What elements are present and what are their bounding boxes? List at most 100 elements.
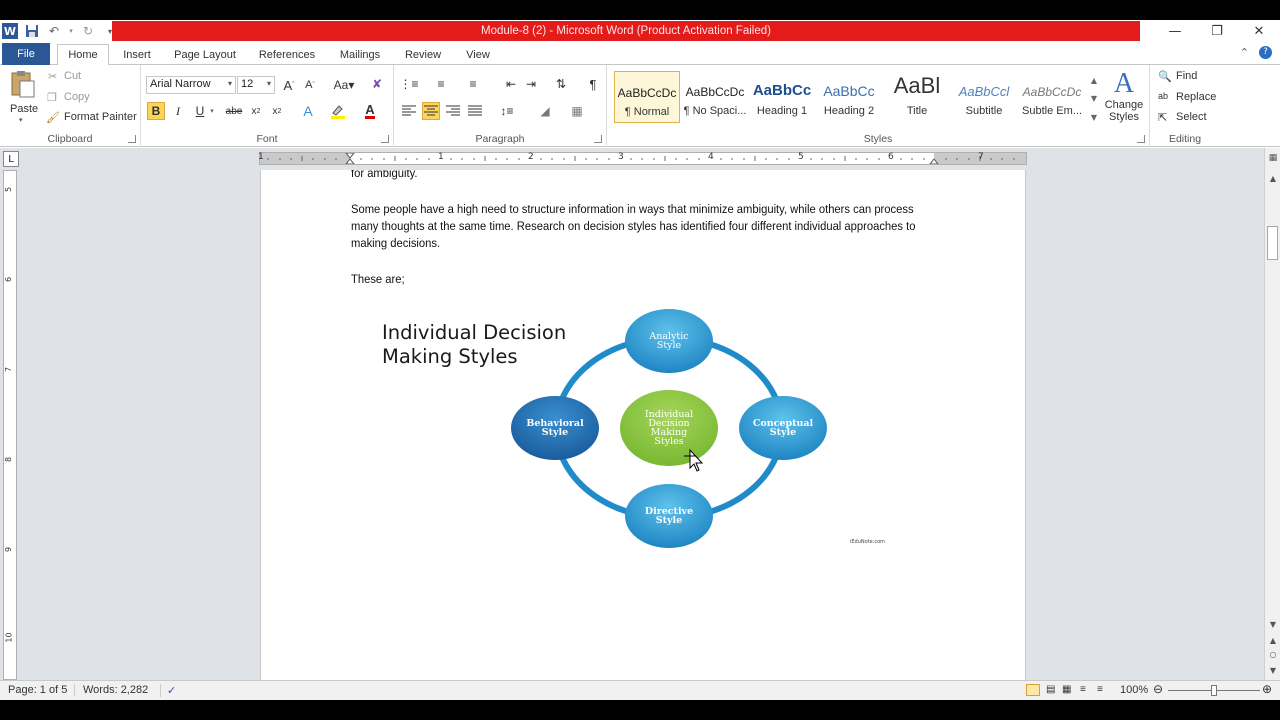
zoom-level[interactable]: 100%	[1120, 684, 1148, 696]
more-styles-icon[interactable]: ▼	[1091, 113, 1097, 122]
previous-page-icon[interactable]: ▲	[1267, 634, 1279, 646]
scroll-up-icon[interactable]: ▲	[1091, 76, 1097, 85]
grow-font-icon[interactable]: Aˆ	[280, 76, 298, 94]
font-color-icon[interactable]: A	[361, 102, 379, 120]
font-launcher-icon[interactable]	[381, 135, 389, 143]
replace-icon[interactable]: ab	[1158, 91, 1168, 101]
text-effects-icon[interactable]: A	[299, 102, 317, 120]
show-formatting-icon[interactable]: ¶	[584, 75, 602, 93]
style-heading-2[interactable]: AaBbCc Heading 2	[816, 71, 882, 123]
format-painter-icon[interactable]: 🖌	[46, 111, 60, 124]
horizontal-ruler[interactable]: 1 1 2 3 4 5 6 7	[258, 152, 1027, 165]
style-no-spacing[interactable]: AaBbCcDc ¶ No Spaci...	[682, 71, 748, 123]
select-icon[interactable]: ⇱	[1158, 111, 1167, 124]
vertical-ruler[interactable]: 5 6 7 8 9 10	[3, 170, 17, 680]
style-normal[interactable]: AaBbCcDc ¶ Normal	[614, 71, 680, 123]
styles-gallery-scroll[interactable]: ▲ ▼ ▼	[1088, 71, 1100, 127]
style-subtle-emphasis[interactable]: AaBbCcDc Subtle Em...	[1019, 71, 1085, 123]
bullets-icon[interactable]: ⋮≡	[400, 75, 419, 93]
find-icon[interactable]: 🔍	[1158, 70, 1172, 83]
outline-view-icon[interactable]: ≡	[1080, 684, 1086, 695]
vertical-scrollbar[interactable]: ▦ ▲ ▼ ▲ ○ ▼	[1264, 148, 1280, 680]
clear-formatting-icon[interactable]: ✘	[368, 75, 386, 93]
change-case-icon[interactable]: Aa▾	[331, 76, 357, 94]
replace-button[interactable]: Replace	[1176, 91, 1216, 103]
scroll-down-icon[interactable]: ▼	[1267, 618, 1279, 630]
word-count[interactable]: Words: 2,282	[74, 684, 148, 696]
copy-button[interactable]: Copy	[64, 91, 90, 103]
align-center-icon[interactable]	[422, 102, 440, 120]
document-page[interactable]: for ambiguity. Some people have a high n…	[260, 170, 1026, 680]
strikethrough-button[interactable]: abe	[223, 102, 245, 120]
styles-launcher-icon[interactable]	[1137, 135, 1145, 143]
style-title[interactable]: AaBl Title	[884, 71, 950, 123]
scroll-thumb[interactable]	[1267, 226, 1278, 260]
superscript-button[interactable]: x2	[268, 102, 286, 120]
change-styles-button[interactable]: A Change Styles	[1104, 69, 1144, 129]
shading-icon[interactable]: ◢	[536, 102, 554, 120]
tab-view[interactable]: View	[458, 44, 498, 65]
increase-indent-icon[interactable]: ⇥	[522, 75, 540, 93]
help-icon[interactable]: ?	[1259, 46, 1272, 59]
align-right-icon[interactable]	[444, 102, 462, 120]
underline-dropdown-icon[interactable]: ▾	[207, 102, 217, 120]
save-icon[interactable]	[24, 23, 40, 39]
node-behavioral-style[interactable]: Behavioral Style	[511, 396, 599, 460]
sort-icon[interactable]: ⇅	[552, 75, 570, 93]
redo-icon[interactable]: ↻	[80, 23, 96, 39]
next-page-icon[interactable]: ▼	[1267, 664, 1279, 676]
format-painter-button[interactable]: Format Painter	[64, 111, 137, 123]
font-family-select[interactable]: Arial Narrow ▾	[146, 76, 236, 94]
cut-icon[interactable]: ✂	[48, 70, 57, 83]
select-button[interactable]: Select	[1176, 111, 1207, 123]
highlight-icon[interactable]	[329, 102, 347, 120]
browse-object-icon[interactable]: ○	[1267, 648, 1279, 660]
zoom-in-icon[interactable]: ⊕	[1262, 682, 1272, 696]
undo-dropdown-icon[interactable]: ▾	[68, 23, 74, 39]
tab-file[interactable]: File	[2, 43, 50, 65]
font-size-select[interactable]: 12 ▾	[237, 76, 275, 94]
scroll-down-icon[interactable]: ▼	[1091, 94, 1097, 103]
cut-button[interactable]: Cut	[64, 70, 81, 82]
line-spacing-icon[interactable]: ↕≡	[498, 102, 516, 120]
hanging-indent-marker[interactable]	[345, 158, 355, 164]
web-layout-icon[interactable]: ▦	[1062, 684, 1071, 695]
minimize-ribbon-icon[interactable]: ⌃	[1240, 46, 1249, 59]
style-subtitle[interactable]: AaBbCcl Subtitle	[951, 71, 1017, 123]
close-button[interactable]: ✕	[1238, 20, 1280, 42]
first-line-indent-marker[interactable]	[345, 153, 355, 159]
tab-insert[interactable]: Insert	[115, 44, 159, 65]
tab-home[interactable]: Home	[57, 44, 109, 66]
bold-button[interactable]: B	[147, 102, 165, 120]
multilevel-list-icon[interactable]: ≡	[464, 75, 482, 93]
tab-page-layout[interactable]: Page Layout	[168, 44, 242, 65]
justify-icon[interactable]	[466, 102, 484, 120]
decision-styles-diagram[interactable]: Individual Decision Making Styles Analyt…	[361, 300, 921, 560]
shrink-font-icon[interactable]: Aˇ	[301, 76, 319, 94]
draft-view-icon[interactable]: ≡	[1097, 684, 1103, 695]
decrease-indent-icon[interactable]: ⇤	[502, 75, 520, 93]
view-ruler-icon[interactable]: ▦	[1267, 152, 1279, 164]
find-button[interactable]: Find	[1176, 70, 1197, 82]
proofing-icon[interactable]: ✓	[160, 684, 176, 697]
style-heading-1[interactable]: AaBbCc Heading 1	[749, 71, 815, 123]
paste-dropdown-icon[interactable]: ▾	[19, 116, 23, 124]
zoom-slider-thumb[interactable]	[1211, 685, 1217, 696]
tab-mailings[interactable]: Mailings	[332, 44, 388, 65]
undo-icon[interactable]: ↶	[46, 23, 62, 39]
paste-button[interactable]: Paste ▾	[8, 69, 38, 124]
node-conceptual-style[interactable]: Conceptual Style	[739, 396, 827, 460]
tab-selector-icon[interactable]: L	[3, 151, 19, 167]
node-directive-style[interactable]: Directive Style	[625, 484, 713, 548]
print-layout-icon[interactable]	[1026, 684, 1040, 696]
node-center[interactable]: Individual Decision Making Styles	[620, 390, 718, 466]
zoom-out-icon[interactable]: ⊖	[1153, 682, 1163, 696]
copy-icon[interactable]: ❐	[47, 91, 57, 104]
restore-button[interactable]: ❐	[1196, 20, 1238, 42]
page-count[interactable]: Page: 1 of 5	[8, 684, 67, 696]
full-screen-reading-icon[interactable]: ▤	[1046, 684, 1055, 695]
align-left-icon[interactable]	[400, 102, 418, 120]
borders-icon[interactable]: ▦	[568, 102, 586, 120]
clipboard-launcher-icon[interactable]	[128, 135, 136, 143]
minimize-button[interactable]: —	[1154, 20, 1196, 42]
